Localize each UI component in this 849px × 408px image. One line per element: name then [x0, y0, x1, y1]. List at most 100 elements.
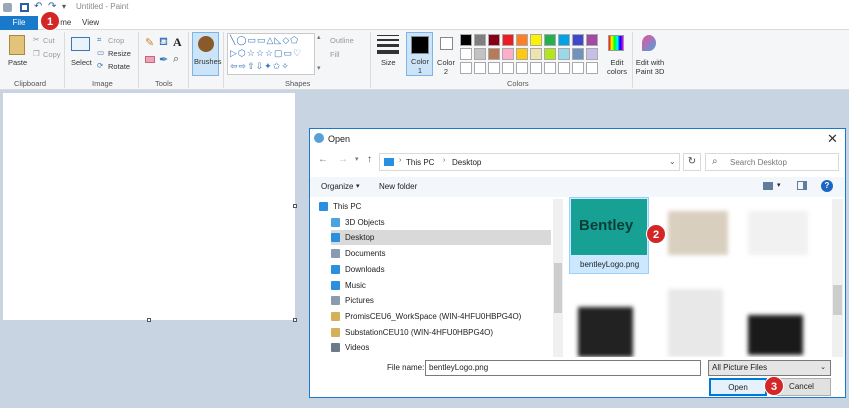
back-arrow-icon[interactable]: ←	[318, 154, 328, 165]
palette-swatch[interactable]	[502, 48, 514, 60]
shapes-scroll-up-icon[interactable]: ▴	[317, 33, 321, 41]
edit-colors-button[interactable]: Edit colors	[603, 58, 631, 76]
tree-item[interactable]: Pictures	[331, 293, 551, 308]
search-input[interactable]: Search Desktop	[730, 158, 787, 167]
palette-swatch[interactable]	[544, 48, 556, 60]
save-icon[interactable]	[20, 3, 29, 12]
new-folder-button[interactable]: New folder	[379, 182, 417, 191]
palette-swatch[interactable]	[530, 34, 542, 46]
shapes-more-icon[interactable]: ▾	[317, 64, 321, 72]
tab-view[interactable]: View	[82, 18, 99, 27]
rotate-button[interactable]: Rotate	[108, 62, 130, 71]
fill-button[interactable]: Fill	[330, 50, 340, 59]
breadcrumb-this-pc[interactable]: This PC	[406, 158, 434, 167]
file-type-select[interactable]: All Picture Files ⌄	[708, 360, 831, 376]
organize-button[interactable]: Organize	[321, 182, 353, 191]
crop-button[interactable]: Crop	[108, 36, 124, 45]
palette-swatch[interactable]	[572, 48, 584, 60]
file-item-blurred[interactable]	[578, 307, 633, 357]
file-list-scrollbar-thumb[interactable]	[833, 285, 842, 315]
recent-locations-icon[interactable]: ▾	[355, 155, 359, 163]
file-item-blurred[interactable]	[668, 289, 723, 357]
tree-item[interactable]: SubstationCEU10 (WIN-4HFU0HBPG4O)	[331, 325, 551, 340]
color2-button[interactable]: Color 2	[436, 58, 456, 76]
text-tool-icon[interactable]: A	[173, 35, 182, 50]
file-item-blurred[interactable]	[748, 315, 803, 355]
breadcrumb-desktop[interactable]: Desktop	[452, 158, 481, 167]
tree-item[interactable]: Music	[331, 278, 551, 293]
palette-swatch-empty[interactable]	[572, 62, 584, 74]
palette-swatch[interactable]	[460, 34, 472, 46]
fill-bucket-icon[interactable]: ⛾	[159, 36, 168, 50]
palette-swatch-empty[interactable]	[530, 62, 542, 74]
palette-swatch-empty[interactable]	[460, 62, 472, 74]
canvas-resize-handle-right[interactable]	[293, 204, 297, 208]
resize-button[interactable]: Resize	[108, 49, 131, 58]
palette-swatch[interactable]	[488, 34, 500, 46]
palette-swatch[interactable]	[586, 48, 598, 60]
palette-swatch[interactable]	[572, 34, 584, 46]
palette-swatch[interactable]	[516, 48, 528, 60]
preview-pane-icon[interactable]	[797, 181, 807, 190]
tree-item[interactable]: 3D Objects	[331, 215, 551, 230]
up-arrow-icon[interactable]: ↑	[367, 154, 372, 165]
tree-item[interactable]: Videos	[331, 340, 551, 355]
file-name-field[interactable]: bentleyLogo.png	[425, 360, 701, 376]
file-item-blurred[interactable]	[668, 211, 728, 255]
search-box[interactable]: ⌕ Search Desktop	[705, 153, 839, 171]
color-picker-icon[interactable]: ✒	[159, 53, 168, 66]
palette-swatch[interactable]	[544, 34, 556, 46]
palette-swatch[interactable]	[516, 34, 528, 46]
canvas-resize-handle-corner[interactable]	[293, 318, 297, 322]
magnifier-icon[interactable]: ⌕	[173, 53, 179, 66]
palette-swatch[interactable]	[586, 34, 598, 46]
open-button[interactable]: Open	[709, 378, 767, 396]
edit-with-paint3d-button[interactable]: Edit with Paint 3D	[634, 58, 666, 76]
palette-swatch[interactable]	[530, 48, 542, 60]
brushes-button[interactable]: Brushes	[192, 32, 222, 76]
palette-swatch[interactable]	[474, 34, 486, 46]
forward-arrow-icon[interactable]: →	[338, 154, 348, 165]
tree-item[interactable]: Desktop	[331, 230, 551, 246]
palette-swatch[interactable]	[558, 34, 570, 46]
address-bar[interactable]: › This PC › Desktop ⌄	[379, 153, 680, 171]
address-dropdown-icon[interactable]: ⌄	[669, 157, 676, 166]
palette-swatch-empty[interactable]	[488, 62, 500, 74]
size-button[interactable]: Size	[381, 58, 396, 67]
select-button[interactable]: Select	[71, 58, 92, 67]
navigation-scrollbar[interactable]	[553, 199, 563, 357]
palette-swatch-empty[interactable]	[474, 62, 486, 74]
refresh-icon[interactable]: ↻	[683, 153, 701, 171]
navigation-scrollbar-thumb[interactable]	[554, 263, 562, 313]
cut-button[interactable]: Cut	[43, 36, 55, 45]
palette-swatch-empty[interactable]	[516, 62, 528, 74]
palette-swatch-empty[interactable]	[558, 62, 570, 74]
palette-swatch-empty[interactable]	[544, 62, 556, 74]
palette-swatch[interactable]	[474, 48, 486, 60]
shapes-gallery[interactable]: ╲◯▭▭△◺◇⬠ ▷⬡☆☆☆▢▭♡ ⇦⇨⇧⇩✦✩✧	[227, 33, 315, 75]
size-lines-icon[interactable]	[377, 35, 399, 54]
tree-item[interactable]: This PC	[319, 199, 539, 214]
palette-swatch[interactable]	[502, 34, 514, 46]
tab-file[interactable]: File	[0, 16, 38, 30]
close-icon[interactable]: ✕	[827, 131, 838, 147]
tree-item[interactable]: Downloads	[331, 262, 551, 277]
palette-swatch[interactable]	[488, 48, 500, 60]
color1-button[interactable]: Color 1	[406, 32, 433, 76]
palette-swatch-empty[interactable]	[586, 62, 598, 74]
tree-item[interactable]: PromisCEU6_WorkSpace (WIN-4HFU0HBPG4O)	[331, 309, 551, 324]
palette-swatch[interactable]	[558, 48, 570, 60]
drawing-canvas[interactable]	[3, 93, 295, 320]
organize-dropdown-icon[interactable]: ▾	[356, 182, 360, 190]
paste-button[interactable]: Paste	[8, 58, 27, 67]
canvas-resize-handle-bottom[interactable]	[147, 318, 151, 322]
file-item-selected[interactable]: Bentley bentleyLogo.png	[569, 197, 649, 274]
file-list-scrollbar[interactable]	[832, 199, 843, 357]
undo-icon[interactable]: ↶	[34, 1, 42, 12]
quick-access-dropdown-icon[interactable]: ▾	[62, 2, 66, 11]
palette-swatch[interactable]	[460, 48, 472, 60]
pencil-icon[interactable]: ✎	[145, 36, 154, 49]
tree-item[interactable]: Documents	[331, 246, 551, 261]
file-item-blurred[interactable]	[748, 211, 808, 255]
copy-button[interactable]: Copy	[43, 50, 61, 59]
